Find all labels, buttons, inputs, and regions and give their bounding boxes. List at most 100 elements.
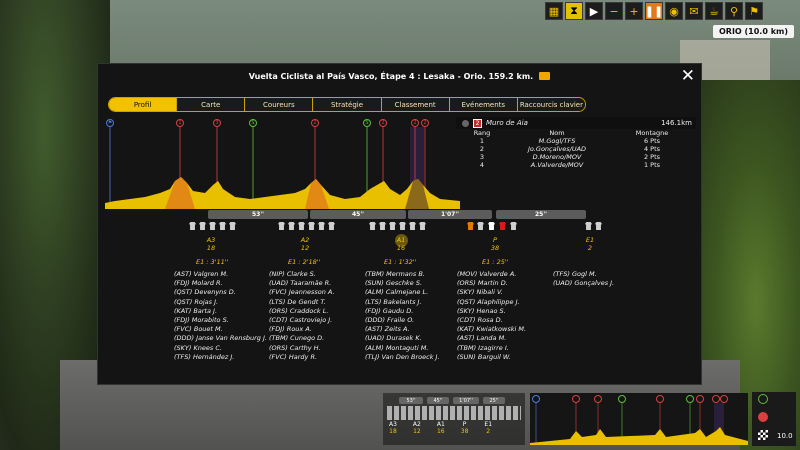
tab-coureurs[interactable]: Coureurs [245, 98, 314, 111]
list-item[interactable]: (ALM) Calmejane L. [365, 288, 440, 297]
list-item[interactable]: (FDJ) Morabito S. [174, 316, 267, 325]
tile-icon[interactable]: ▦ [545, 2, 563, 20]
list-item[interactable]: (QST) Alaphilippe J. [457, 298, 526, 307]
mini-stage-profile[interactable] [530, 393, 748, 445]
list-item[interactable]: (TBM) Cunego D. [269, 334, 335, 343]
climb-distance: 146.1km [661, 119, 692, 127]
list-item[interactable]: (MOV) Valverde A. [457, 270, 526, 279]
jersey-icon [278, 222, 285, 230]
climb-icon[interactable] [758, 412, 768, 422]
marker-climb-2b[interactable]: 2 [379, 119, 387, 127]
list-item[interactable]: (SUN) Geschke S. [365, 279, 440, 288]
list-item[interactable]: (TBM) Izagirre I. [457, 344, 526, 353]
jersey-icon [199, 222, 206, 230]
list-item[interactable]: (TFS) Hernández J. [174, 353, 267, 362]
jersey-icon [288, 222, 295, 230]
list-item[interactable]: (CDT) Rosa D. [457, 316, 526, 325]
play-icon[interactable]: ▶ [585, 2, 603, 20]
list-item[interactable]: (DDD) Fraile O. [365, 316, 440, 325]
tab-carte[interactable]: Carte [177, 98, 246, 111]
cup-icon[interactable]: ☕ [705, 2, 723, 20]
list-item[interactable]: (SKY) Henao S. [457, 307, 526, 316]
list-item[interactable]: (FDJ) Molard R. [174, 279, 267, 288]
mini-group-p: P 38 [460, 421, 469, 435]
flag-icon[interactable]: ⚑ [745, 2, 763, 20]
group-time-a2: E1 : 2'18'' [288, 258, 321, 266]
group-label-a3[interactable]: A3 [196, 236, 226, 244]
marker-climb-2a[interactable]: 2 [311, 119, 319, 127]
gap-bar-3: 1'07'' [408, 210, 492, 219]
list-item[interactable]: (UAD) Taaramäe R. [269, 279, 335, 288]
list-item[interactable]: (FDJ) Roux A. [269, 325, 335, 334]
jersey-icon [328, 222, 335, 230]
group-label-a2[interactable]: A2 [290, 236, 320, 244]
jersey-icon [488, 222, 495, 230]
marker-climb-2c[interactable]: 2 [411, 119, 419, 127]
list-item[interactable]: (QST) Rojas J. [174, 298, 267, 307]
rider-name: D.Moreno/MOV [532, 153, 582, 161]
list-item[interactable]: (TFS) Gogl M. [553, 270, 614, 279]
list-item[interactable]: (DDD) Janse Van Rensburg J. [174, 334, 267, 343]
stage-profile[interactable]: ⚑ 1 3 S 2 S 2 2 2 [105, 119, 460, 209]
hourglass-icon[interactable]: ⧗ [565, 2, 583, 20]
gap-bar-1: 53'' [208, 210, 308, 219]
close-button[interactable]: ✕ [681, 68, 695, 85]
list-item[interactable]: (UAD) Gonçalves J. [553, 279, 614, 288]
list-item[interactable]: (FVC) Bouet M. [174, 325, 267, 334]
climb-toggle-icon[interactable] [462, 119, 469, 127]
sprint-icon[interactable] [758, 394, 768, 404]
bike-icon[interactable]: ⚲ [725, 2, 743, 20]
list-item[interactable]: (AST) Landa M. [457, 334, 526, 343]
marker-climb-1[interactable]: 1 [176, 119, 184, 127]
list-item[interactable]: (SKY) Knees C. [174, 344, 267, 353]
group-label-e1[interactable]: E1 [575, 236, 605, 244]
marker-sprint-1[interactable]: S [249, 119, 257, 127]
plus-icon[interactable]: + [625, 2, 643, 20]
mini-groups-widget[interactable]: 53'' 45'' 1'07'' 25'' A3 18 A2 12 A1 16 P 38… [383, 393, 525, 445]
list-item[interactable]: (FVC) Hardy R. [269, 353, 335, 362]
marker-climb-2d[interactable]: 2 [421, 119, 429, 127]
list-item[interactable]: (ORS) Craddock L. [269, 307, 335, 316]
group-count-p: 38 [490, 244, 500, 252]
list-item[interactable]: (LTS) De Gendt T. [269, 298, 335, 307]
tab-classement[interactable]: Classement [381, 98, 450, 111]
eye-icon[interactable]: ◉ [665, 2, 683, 20]
list-item[interactable]: (SUN) Barguil W. [457, 353, 526, 362]
pause-icon[interactable]: ❚❚ [645, 2, 663, 20]
list-item[interactable]: (KAT) Barta J. [174, 307, 267, 316]
list-item[interactable]: (NIP) Clarke S. [269, 270, 335, 279]
list-item[interactable]: (TLJ) Van Den Broeck J. [365, 353, 440, 362]
list-item[interactable]: (SKY) Nibali V. [457, 288, 526, 297]
list-item[interactable]: (UAD) Durasek K. [365, 334, 440, 343]
rider-name: A.Valverde/MOV [530, 161, 584, 169]
jersey-icon [379, 222, 386, 230]
list-item[interactable]: (KAT) Kwiatkowski M. [457, 325, 526, 334]
tab-strategie[interactable]: Stratégie [313, 98, 382, 111]
tab-profil[interactable]: Profil [109, 98, 178, 111]
list-item[interactable]: (AST) Zeits A. [365, 325, 440, 334]
climb-table-header: Rang Nom Montagne [462, 129, 692, 137]
list-item[interactable]: (LTS) Bakelants J. [365, 298, 440, 307]
group-label-p[interactable]: P [480, 236, 510, 244]
mail-icon[interactable]: ✉ [685, 2, 703, 20]
list-item[interactable]: (ORS) Carthy H. [269, 344, 335, 353]
list-item[interactable]: (TBM) Mermans B. [365, 270, 440, 279]
list-item[interactable]: (QST) Devenyns D. [174, 288, 267, 297]
minus-icon[interactable]: − [605, 2, 623, 20]
stage-panel: Vuelta Ciclista al País Vasco, Étape 4 :… [97, 63, 702, 385]
list-item[interactable]: (FVC) Jeannesson A. [269, 288, 335, 297]
climb-header: 2 Muro de Aia 146.1km [456, 117, 696, 129]
finish-flag-icon[interactable] [758, 430, 768, 440]
list-item[interactable]: (FDJ) Gaudu D. [365, 307, 440, 316]
list-item[interactable]: (CDT) Castroviejo J. [269, 316, 335, 325]
group-label-a1[interactable]: A1 [386, 236, 416, 244]
marker-climb-3[interactable]: 3 [213, 119, 221, 127]
tab-raccourcis[interactable]: Raccourcis clavier [517, 98, 585, 111]
tab-evenements[interactable]: Evénements [449, 98, 518, 111]
marker-sprint-2[interactable]: S [363, 119, 371, 127]
list-item[interactable]: (ORS) Martin D. [457, 279, 526, 288]
list-item[interactable]: (AST) Valgren M. [174, 270, 267, 279]
list-item[interactable]: (ALM) Montaguti M. [365, 344, 440, 353]
jersey-icon [595, 222, 602, 230]
rider-list-e1: (TFS) Gogl M. (UAD) Gonçalves J. [553, 270, 614, 288]
